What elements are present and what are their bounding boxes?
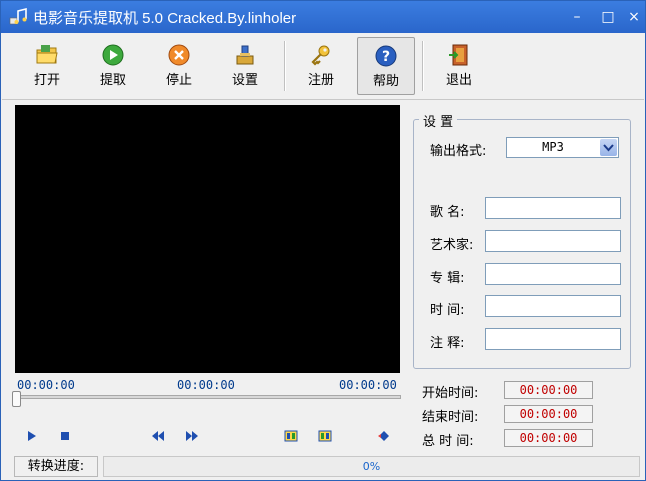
extract-label: 提取	[99, 73, 126, 88]
time-current: 00:00:00	[177, 378, 235, 392]
help-icon: ?	[375, 45, 397, 67]
close-button[interactable]: ×	[624, 7, 644, 27]
maximize-button[interactable]: □	[598, 7, 618, 27]
set-start-icon[interactable]	[284, 429, 298, 443]
output-format-value: MP3	[542, 140, 564, 154]
play-circle-icon	[102, 44, 124, 66]
key-icon	[311, 45, 330, 66]
comment-label: 注 释:	[430, 336, 465, 351]
total-time-label: 总 时 间:	[422, 434, 474, 449]
output-format-select[interactable]: MP3	[506, 137, 619, 158]
song-field[interactable]	[485, 197, 621, 219]
clip-icon[interactable]	[377, 429, 391, 443]
time-end: 00:00:00	[339, 378, 397, 392]
artist-label: 艺术家:	[430, 238, 474, 253]
exit-button[interactable]: 退出	[430, 37, 488, 95]
total-time-value: 00:00:00	[504, 429, 593, 447]
seek-track[interactable]	[15, 395, 401, 399]
settings-label: 设置	[231, 73, 258, 88]
progress-percent: 0%	[362, 460, 381, 473]
end-time-label: 结束时间:	[422, 410, 479, 425]
exit-door-icon	[449, 44, 468, 66]
set-end-icon[interactable]	[318, 429, 332, 443]
stop-circle-icon	[168, 44, 190, 66]
extract-button[interactable]: 提取	[84, 37, 142, 95]
stop-icon[interactable]	[58, 429, 72, 443]
time-field[interactable]	[485, 295, 621, 317]
settings-legend: 设 置	[419, 111, 458, 130]
stop-button[interactable]: 停止	[150, 37, 208, 95]
exit-label: 退出	[445, 73, 472, 88]
album-field[interactable]	[485, 263, 621, 285]
chevron-down-icon[interactable]	[600, 139, 617, 156]
play-icon[interactable]	[25, 429, 39, 443]
title-bar[interactable]: 电影音乐提取机 5.0 Cracked.By.linholer – □ ×	[1, 1, 645, 33]
window-title: 电影音乐提取机 5.0 Cracked.By.linholer	[33, 10, 297, 27]
seek-thumb[interactable]	[12, 391, 21, 407]
output-format-label: 输出格式:	[430, 144, 487, 159]
folder-icon	[36, 45, 58, 64]
help-label: 帮助	[372, 74, 399, 89]
register-button[interactable]: 注册	[292, 37, 350, 95]
end-time-value: 00:00:00	[504, 405, 593, 423]
music-note-icon	[9, 8, 27, 25]
time-start: 00:00:00	[17, 378, 75, 392]
comment-field[interactable]	[485, 328, 621, 350]
toolbar-separator	[422, 41, 424, 91]
album-label: 专 辑:	[430, 271, 465, 286]
time-label: 时 间:	[430, 303, 465, 318]
toolbar: 打开 提取 停止 设置 注册 ? 帮助 退出	[2, 33, 644, 100]
help-button[interactable]: ? 帮助	[357, 37, 415, 95]
rewind-icon[interactable]	[151, 429, 165, 443]
toolbar-separator	[284, 41, 286, 91]
fast-forward-icon[interactable]	[185, 429, 199, 443]
video-preview[interactable]	[15, 105, 400, 373]
svg-text:?: ?	[382, 49, 390, 65]
artist-field[interactable]	[485, 230, 621, 252]
open-button[interactable]: 打开	[18, 37, 76, 95]
start-time-value: 00:00:00	[504, 381, 593, 399]
song-label: 歌 名:	[430, 205, 465, 220]
settings-button[interactable]: 设置	[216, 37, 274, 95]
register-label: 注册	[307, 73, 334, 88]
stop-label: 停止	[165, 73, 192, 88]
settings-icon	[236, 45, 254, 65]
start-time-label: 开始时间:	[422, 386, 479, 401]
conversion-progress-bar: 0%	[103, 456, 640, 477]
progress-label: 转换进度:	[14, 456, 98, 477]
open-label: 打开	[33, 73, 60, 88]
minimize-button[interactable]: –	[567, 7, 587, 27]
app-window: 电影音乐提取机 5.0 Cracked.By.linholer – □ × 打开…	[0, 0, 646, 481]
